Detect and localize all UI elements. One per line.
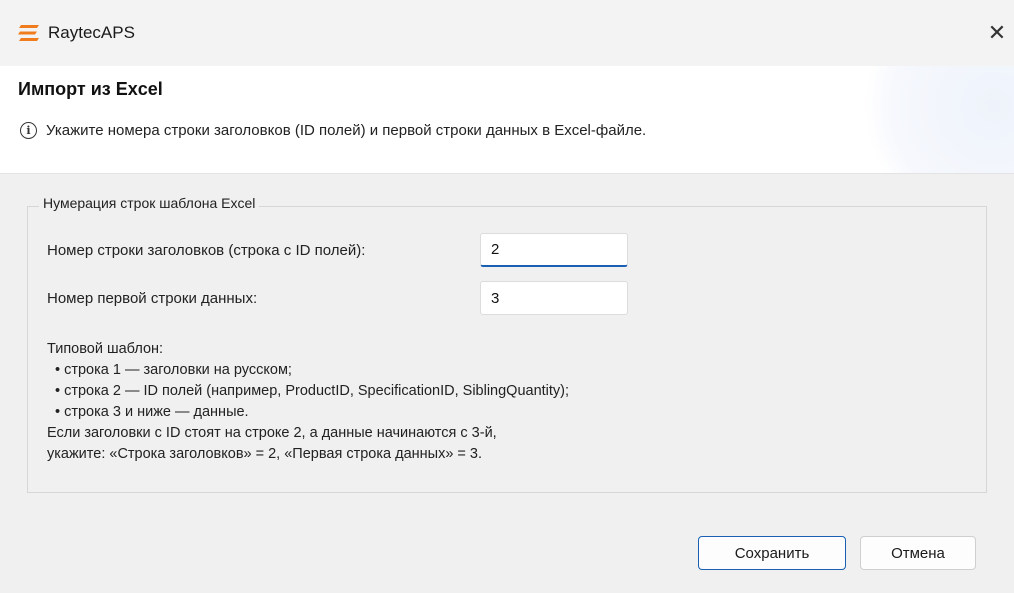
- dialog-description: Укажите номера строки заголовков (ID пол…: [46, 122, 647, 139]
- group-legend: Нумерация строк шаблона Excel: [39, 195, 260, 211]
- data-row-label: Номер первой строки данных:: [47, 290, 258, 307]
- cancel-button[interactable]: Отмена: [860, 536, 976, 570]
- header-decoration: [854, 66, 1014, 173]
- dialog-header: Импорт из Excel i Укажите номера строки …: [0, 66, 1014, 174]
- header-row-input[interactable]: [480, 233, 628, 267]
- close-icon[interactable]: ✕: [980, 14, 1014, 52]
- template-help-text: Типовой шаблон: • строка 1 — заголовки н…: [47, 339, 569, 465]
- save-button[interactable]: Сохранить: [698, 536, 846, 570]
- import-dialog: RaytecAPS ✕ Импорт из Excel i Укажите но…: [0, 0, 1014, 593]
- help-item-row1: • строка 1 — заголовки на русском;: [55, 362, 292, 378]
- dialog-title: Импорт из Excel: [18, 79, 163, 99]
- header-row-label: Номер строки заголовков (строка с ID пол…: [47, 242, 366, 259]
- help-intro: Типовой шаблон:: [47, 341, 164, 357]
- help-item-row3: • строка 3 и ниже — данные.: [55, 404, 249, 420]
- title-bar[interactable]: RaytecAPS ✕: [0, 0, 1014, 66]
- row-numbering-group: Нумерация строк шаблона Excel Номер стро…: [27, 195, 987, 493]
- help-note-line1: Если заголовки с ID стоят на строке 2, а…: [47, 425, 497, 441]
- info-icon: i: [20, 122, 37, 139]
- help-note-line2: укажите: «Строка заголовков» = 2, «Перва…: [47, 446, 483, 462]
- raytec-logo-icon: [18, 25, 39, 41]
- data-row-input[interactable]: [480, 281, 628, 315]
- help-item-row2: • строка 2 — ID полей (например, Product…: [55, 383, 570, 399]
- window-title: RaytecAPS: [48, 23, 135, 42]
